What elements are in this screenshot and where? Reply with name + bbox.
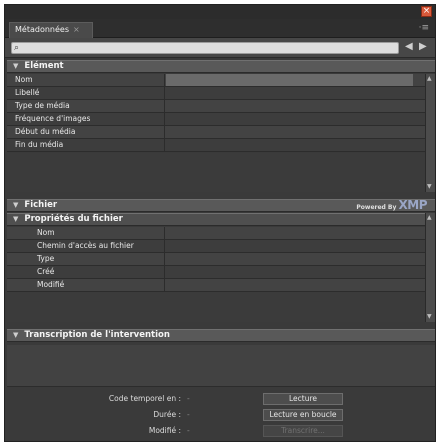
field-value[interactable] — [166, 113, 425, 125]
name-value-field[interactable] — [166, 74, 413, 86]
scroll-down-icon[interactable]: ▼ — [427, 314, 432, 320]
field-row-file-name[interactable]: Nom — [7, 227, 425, 240]
search-row: ⌕ ◀ ▶ — [5, 38, 435, 58]
search-icon: ⌕ — [14, 43, 20, 53]
tab-bar: Métadonnées × ·≡ — [5, 19, 435, 38]
field-row-media-type[interactable]: Type de média — [7, 100, 425, 113]
play-button[interactable]: Lecture — [263, 393, 343, 405]
window-titlebar: × — [5, 5, 435, 19]
previous-result-button[interactable]: ◀ — [405, 41, 413, 52]
section-title: Fichier — [24, 200, 58, 210]
field-value[interactable] — [166, 227, 425, 239]
field-value[interactable] — [166, 240, 425, 252]
field-value[interactable] — [166, 87, 425, 99]
field-label: Fin du média — [7, 139, 165, 151]
collapse-triangle-icon[interactable]: ▼ — [13, 331, 18, 339]
element-empty-area — [7, 153, 425, 192]
subsection-title: Propriétés du fichier — [24, 214, 123, 224]
section-header-transcription[interactable]: ▼ Transcription de l'intervention — [7, 329, 435, 342]
file-scrollbar[interactable]: ▲ ▼ — [425, 213, 435, 322]
next-result-button[interactable]: ▶ — [419, 41, 427, 52]
scroll-up-icon[interactable]: ▲ — [427, 76, 432, 82]
field-label: Début du média — [7, 126, 165, 138]
field-label: Chemin d'accès au fichier — [7, 240, 165, 252]
field-value[interactable] — [166, 139, 425, 151]
duration-label: Durée : — [153, 410, 181, 419]
transcribe-button[interactable]: Transcrire... — [263, 425, 343, 437]
field-label: Type de média — [7, 100, 165, 112]
field-row-frame-rate[interactable]: Fréquence d'images — [7, 113, 425, 126]
tab-metadata[interactable]: Métadonnées × — [9, 22, 93, 38]
tab-label: Métadonnées — [15, 25, 69, 34]
tab-close-icon[interactable]: × — [73, 25, 80, 34]
field-value[interactable] — [166, 279, 425, 291]
close-window-button[interactable]: × — [421, 6, 432, 17]
field-row-media-end[interactable]: Fin du média — [7, 139, 425, 152]
field-label: Libellé — [7, 87, 165, 99]
field-label: Nom — [7, 74, 165, 86]
timecode-value: - — [187, 394, 190, 403]
field-row-file-path[interactable]: Chemin d'accès au fichier — [7, 240, 425, 253]
field-value[interactable] — [166, 100, 425, 112]
collapse-triangle-icon[interactable]: ▼ — [13, 201, 18, 209]
field-row-name[interactable]: Nom — [7, 74, 425, 87]
timecode-label: Code temporel en : — [108, 394, 181, 403]
field-row-created[interactable]: Créé — [7, 266, 425, 279]
section-title: Transcription de l'intervention — [24, 330, 170, 340]
field-row-media-start[interactable]: Début du média — [7, 126, 425, 139]
subsection-header-file-properties[interactable]: ▼ Propriétés du fichier — [7, 213, 435, 226]
section-header-file[interactable]: ▼ Fichier Powered By XMP — [7, 199, 435, 212]
search-input[interactable]: ⌕ — [11, 42, 399, 54]
field-label: Modifié — [7, 279, 165, 291]
collapse-triangle-icon[interactable]: ▼ — [13, 215, 18, 223]
field-value[interactable] — [166, 266, 425, 278]
field-label: Type — [7, 253, 165, 265]
field-label: Fréquence d'images — [7, 113, 165, 125]
panel-menu-icon[interactable]: ·≡ — [419, 23, 429, 33]
element-scrollbar[interactable]: ▲ ▼ — [425, 74, 435, 192]
scroll-down-icon[interactable]: ▼ — [427, 184, 432, 190]
transcript-text-area[interactable] — [7, 345, 435, 387]
modified-label: Modifié : — [148, 426, 181, 435]
field-value[interactable] — [166, 126, 425, 138]
metadata-panel: × Métadonnées × ·≡ ⌕ ◀ ▶ ▼ Elément Nom Lib… — [4, 4, 436, 442]
collapse-triangle-icon[interactable]: ▼ — [13, 62, 18, 70]
field-row-file-type[interactable]: Type — [7, 253, 425, 266]
section-header-element[interactable]: ▼ Elément — [7, 60, 435, 73]
file-empty-area — [7, 292, 425, 322]
section-title: Elément — [24, 61, 64, 71]
modified-value: - — [187, 426, 190, 435]
field-label: Nom — [7, 227, 165, 239]
loop-play-button[interactable]: Lecture en boucle — [263, 409, 343, 421]
field-row-label[interactable]: Libellé — [7, 87, 425, 100]
scroll-up-icon[interactable]: ▲ — [427, 215, 432, 221]
xmp-logo: Powered By XMP — [356, 198, 427, 212]
field-value[interactable] — [166, 253, 425, 265]
field-label: Créé — [7, 266, 165, 278]
duration-value: - — [187, 410, 190, 419]
field-row-modified[interactable]: Modifié — [7, 279, 425, 292]
